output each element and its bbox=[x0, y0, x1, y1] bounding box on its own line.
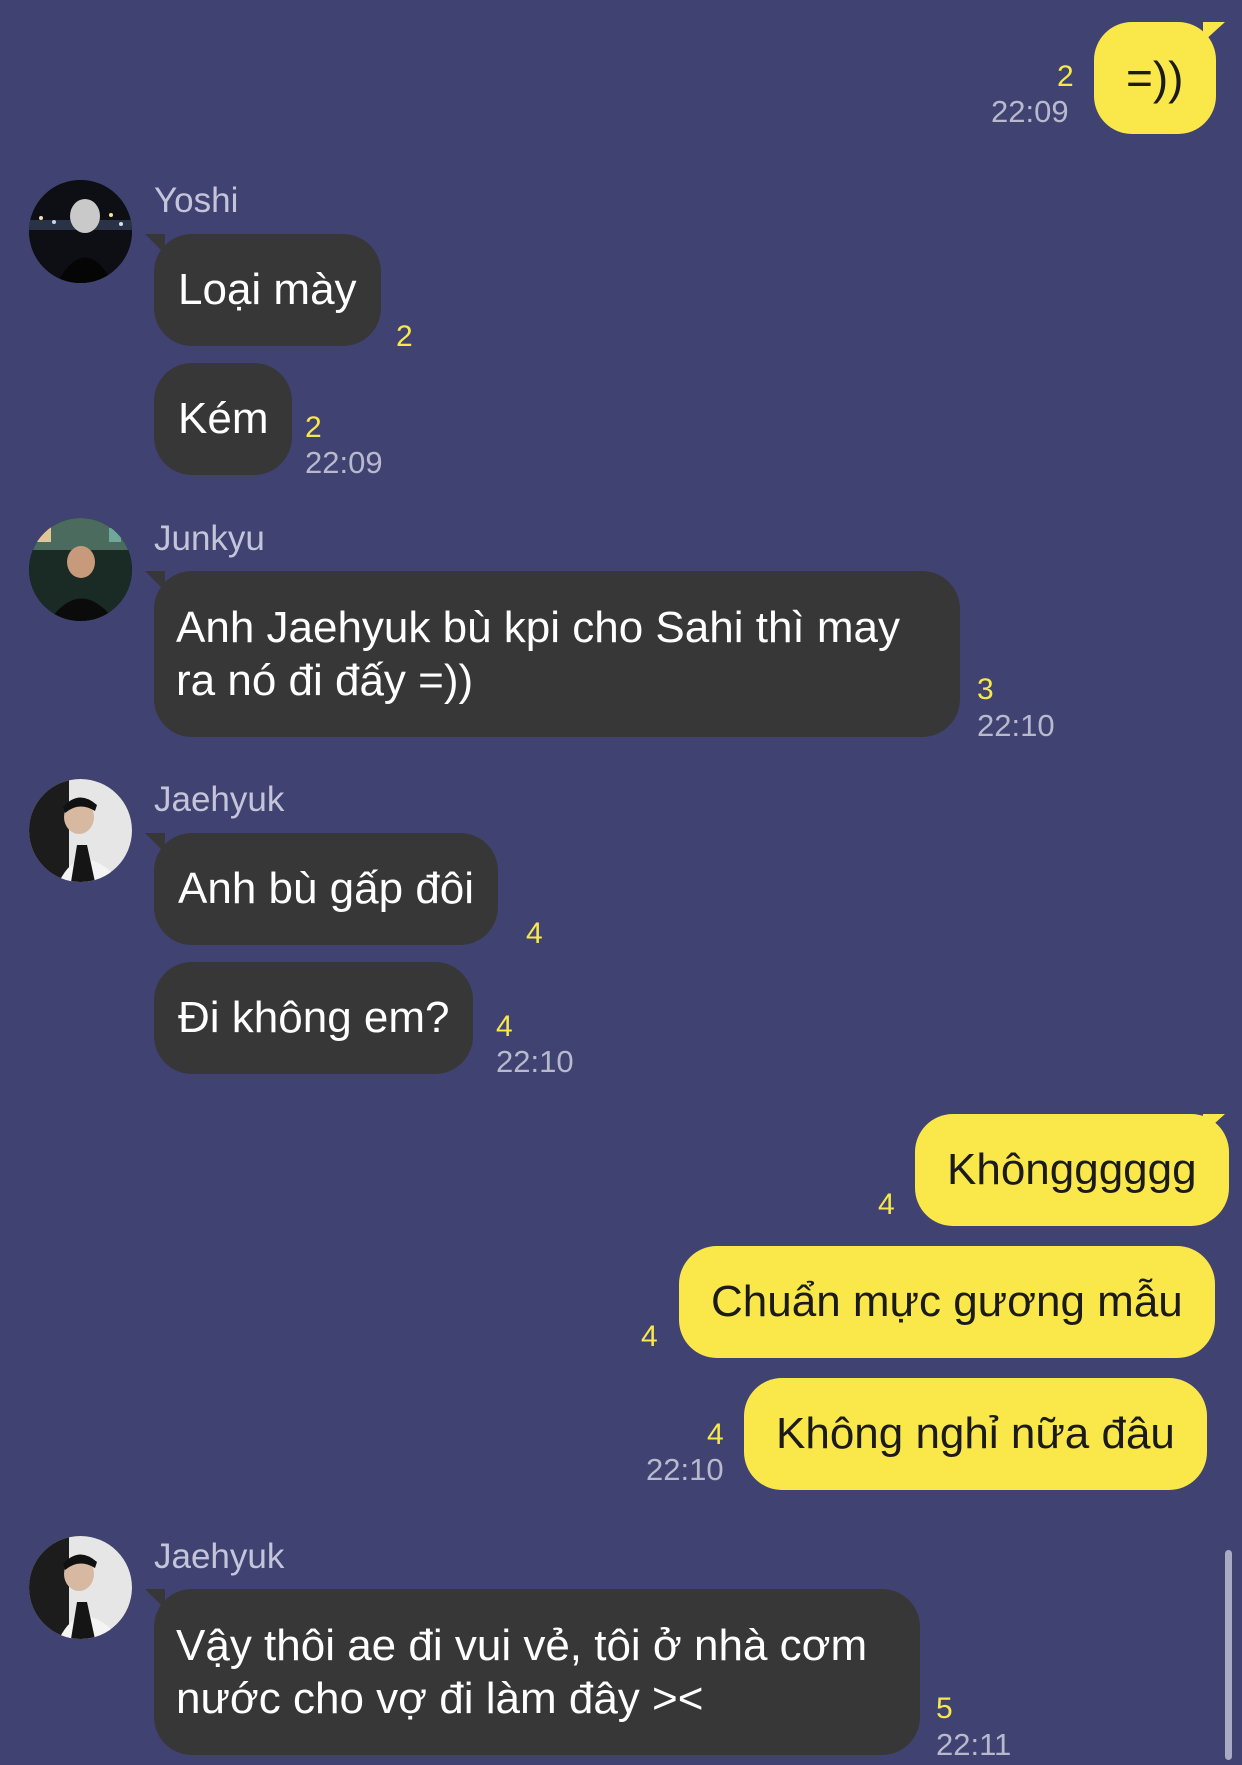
unread-count: 4 bbox=[641, 1320, 658, 1353]
unread-count: 4 bbox=[707, 1418, 724, 1451]
sender-name: Jaehyuk bbox=[154, 780, 285, 819]
message-bubble-incoming[interactable]: Đi không em? bbox=[154, 962, 474, 1074]
message-bubble-outgoing[interactable]: Không nghỉ nữa đâu bbox=[744, 1378, 1207, 1490]
message-bubble-incoming[interactable]: Anh bù gấp đôi bbox=[154, 833, 499, 945]
message-time: 22:10 bbox=[977, 708, 1055, 743]
unread-count: 2 bbox=[305, 411, 322, 444]
avatar[interactable] bbox=[29, 779, 132, 882]
unread-count: 4 bbox=[878, 1188, 895, 1221]
message-time: 22:11 bbox=[936, 1727, 1012, 1762]
message-time: 22:09 bbox=[305, 445, 383, 480]
avatar[interactable] bbox=[29, 180, 132, 283]
unread-count: 5 bbox=[936, 1692, 953, 1725]
avatar[interactable] bbox=[29, 518, 132, 621]
unread-count: 2 bbox=[1057, 60, 1074, 93]
sender-name: Yoshi bbox=[154, 181, 239, 220]
message-time: 22:09 bbox=[991, 94, 1069, 129]
message-bubble-outgoing[interactable]: =)) bbox=[1094, 22, 1216, 134]
scrollbar[interactable] bbox=[1225, 1550, 1232, 1760]
unread-count: 4 bbox=[526, 917, 543, 950]
unread-count: 4 bbox=[496, 1010, 513, 1043]
message-bubble-incoming[interactable]: Loại mày bbox=[154, 234, 381, 346]
avatar-yoshi-icon bbox=[29, 180, 132, 283]
message-bubble-incoming[interactable]: Kém bbox=[154, 363, 293, 475]
message-bubble-outgoing[interactable]: Chuẩn mực gương mẫu bbox=[679, 1246, 1215, 1358]
avatar-jaehyuk-icon bbox=[29, 779, 132, 882]
message-bubble-incoming[interactable]: Anh Jaehyuk bù kpi cho Sahi thì may ra n… bbox=[154, 571, 960, 737]
unread-count: 2 bbox=[396, 320, 413, 353]
message-bubble-incoming[interactable]: Vậy thôi ae đi vui vẻ, tôi ở nhà cơm nướ… bbox=[154, 1589, 920, 1755]
avatar[interactable] bbox=[29, 1536, 132, 1639]
unread-count: 3 bbox=[977, 673, 994, 706]
sender-name: Junkyu bbox=[154, 519, 265, 558]
message-time: 22:10 bbox=[646, 1452, 724, 1487]
avatar-junkyu-icon bbox=[29, 518, 132, 621]
message-bubble-outgoing[interactable]: Khôngggggg bbox=[915, 1114, 1229, 1226]
avatar-jaehyuk-icon bbox=[29, 1536, 132, 1639]
message-time: 22:10 bbox=[496, 1044, 574, 1079]
sender-name: Jaehyuk bbox=[154, 1537, 285, 1576]
